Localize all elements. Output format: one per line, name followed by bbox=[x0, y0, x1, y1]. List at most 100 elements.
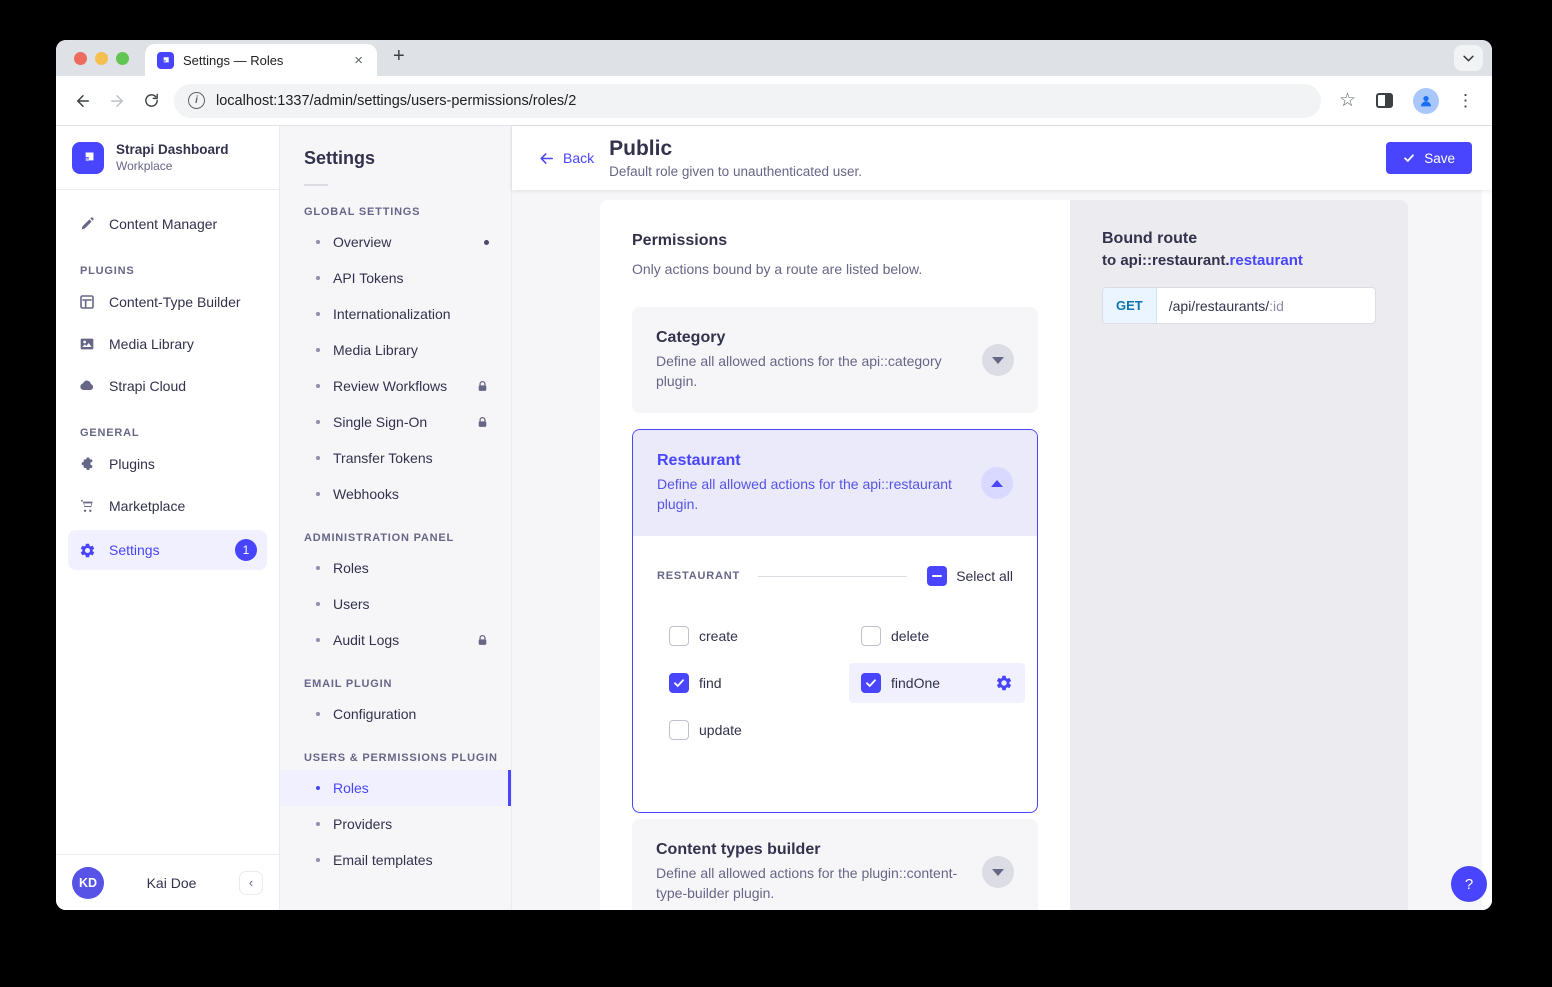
subnav-item-label: Internationalization bbox=[333, 306, 451, 322]
page-header: Back Public Default role given to unauth… bbox=[512, 126, 1492, 190]
expand-accordion-button[interactable] bbox=[982, 856, 1014, 888]
subnav-item-overview[interactable]: Overview bbox=[280, 224, 511, 260]
bullet-dot bbox=[316, 492, 320, 496]
accordion-title: Content types builder bbox=[656, 841, 972, 859]
accordion-category[interactable]: Category Define all allowed actions for … bbox=[632, 307, 1038, 413]
check-icon bbox=[865, 677, 877, 689]
reload-icon[interactable] bbox=[134, 84, 168, 118]
subnav-item-review-workflows[interactable]: Review Workflows bbox=[280, 368, 511, 404]
new-tab-button[interactable]: + bbox=[393, 46, 405, 66]
findone-checkbox[interactable] bbox=[861, 673, 881, 693]
bullet-dot bbox=[316, 638, 320, 642]
sidebar-footer: KD Kai Doe ‹ bbox=[56, 854, 279, 910]
lock-icon bbox=[476, 416, 489, 429]
chevron-down-icon bbox=[992, 357, 1004, 364]
subnav-item-admin-users[interactable]: Users bbox=[280, 586, 511, 622]
sidebar-item-strapi-cloud[interactable]: Strapi Cloud bbox=[68, 368, 267, 404]
collapse-sidebar-icon[interactable]: ‹ bbox=[239, 871, 263, 895]
delete-checkbox[interactable] bbox=[861, 626, 881, 646]
main-column: Back Public Default role given to unauth… bbox=[512, 126, 1492, 910]
collapse-accordion-button[interactable] bbox=[981, 467, 1013, 499]
back-link[interactable]: Back bbox=[538, 150, 594, 167]
help-button[interactable]: ? bbox=[1451, 866, 1487, 902]
permission-delete[interactable]: delete bbox=[849, 616, 1025, 656]
sidebar-item-label: Content-Type Builder bbox=[109, 294, 241, 310]
sidebar-item-label: Media Library bbox=[109, 336, 194, 352]
strapi-logo-icon bbox=[72, 142, 104, 174]
scrollbar-track[interactable] bbox=[1482, 126, 1492, 910]
back-nav-icon[interactable] bbox=[66, 84, 100, 118]
permission-create[interactable]: create bbox=[657, 616, 849, 656]
subnav-item-audit-logs[interactable]: Audit Logs bbox=[280, 622, 511, 658]
tab-close-icon[interactable]: × bbox=[350, 52, 367, 69]
sidebar-section-label: GENERAL bbox=[80, 427, 279, 439]
sidebar-item-settings[interactable]: Settings 1 bbox=[68, 530, 267, 570]
workspace-brand[interactable]: Strapi Dashboard Workplace bbox=[56, 126, 279, 190]
subnav-item-up-roles[interactable]: Roles bbox=[280, 770, 511, 806]
cart-icon bbox=[78, 497, 96, 515]
subnav-item-providers[interactable]: Providers bbox=[280, 806, 511, 842]
sidebar-item-content-type-builder[interactable]: Content-Type Builder bbox=[68, 284, 267, 320]
permission-label: update bbox=[699, 722, 742, 738]
subnav-section-label: ADMINISTRATION PANEL bbox=[304, 532, 511, 544]
route-target-entity: restaurant bbox=[1230, 252, 1303, 269]
sidebar-section-label: PLUGINS bbox=[80, 265, 279, 277]
update-checkbox[interactable] bbox=[669, 720, 689, 740]
browser-profile-avatar[interactable] bbox=[1413, 88, 1439, 114]
url-bar[interactable]: i localhost:1337/admin/settings/users-pe… bbox=[174, 84, 1321, 118]
accordion-restaurant-header[interactable]: Restaurant Define all allowed actions fo… bbox=[633, 430, 1037, 536]
save-button[interactable]: Save bbox=[1386, 142, 1472, 174]
subnav-item-internationalization[interactable]: Internationalization bbox=[280, 296, 511, 332]
gear-icon bbox=[995, 674, 1013, 692]
select-all-control[interactable]: Select all bbox=[927, 566, 1013, 586]
sidebar-item-media-library[interactable]: Media Library bbox=[68, 326, 267, 362]
accordion-content-types-builder[interactable]: Content types builder Define all allowed… bbox=[632, 819, 1038, 910]
user-avatar[interactable]: KD bbox=[72, 867, 104, 899]
permission-label: findOne bbox=[891, 675, 940, 691]
sidebar-item-plugins[interactable]: Plugins bbox=[68, 446, 267, 482]
subnav-item-email-templates[interactable]: Email templates bbox=[280, 842, 511, 878]
bullet-dot bbox=[316, 312, 320, 316]
permission-find[interactable]: find bbox=[657, 663, 849, 703]
subnav-item-media-library[interactable]: Media Library bbox=[280, 332, 511, 368]
permission-findone[interactable]: findOne bbox=[849, 663, 1025, 703]
tab-search-chevron-icon[interactable] bbox=[1454, 45, 1483, 71]
close-window-button[interactable] bbox=[74, 52, 87, 65]
subnav-item-api-tokens[interactable]: API Tokens bbox=[280, 260, 511, 296]
subnav-item-label: API Tokens bbox=[333, 270, 404, 286]
zoom-window-button[interactable] bbox=[116, 52, 129, 65]
url-text[interactable]: localhost:1337/admin/settings/users-perm… bbox=[216, 93, 576, 109]
subnav-item-transfer-tokens[interactable]: Transfer Tokens bbox=[280, 440, 511, 476]
bound-route-panel: Bound route to api::restaurant.restauran… bbox=[1070, 200, 1408, 910]
puzzle-icon bbox=[78, 455, 96, 473]
minimize-window-button[interactable] bbox=[95, 52, 108, 65]
check-icon bbox=[1403, 152, 1415, 164]
subnav-item-email-configuration[interactable]: Configuration bbox=[280, 696, 511, 732]
expand-accordion-button[interactable] bbox=[982, 344, 1014, 376]
notification-dot bbox=[484, 240, 489, 245]
subnav-item-admin-roles[interactable]: Roles bbox=[280, 550, 511, 586]
sidebar-item-label: Plugins bbox=[109, 456, 155, 472]
settings-subnav: Settings GLOBAL SETTINGS Overview API To… bbox=[280, 126, 512, 910]
subnav-title: Settings bbox=[304, 148, 511, 169]
bound-route-title: Bound route bbox=[1102, 230, 1376, 248]
browser-menu-icon[interactable]: ⋮ bbox=[1457, 91, 1474, 111]
permission-settings-button[interactable] bbox=[995, 674, 1013, 692]
create-checkbox[interactable] bbox=[669, 626, 689, 646]
browser-tab[interactable]: Settings — Roles × bbox=[145, 44, 377, 76]
subnav-item-webhooks[interactable]: Webhooks bbox=[280, 476, 511, 512]
tab-title: Settings — Roles bbox=[183, 53, 341, 68]
sidebar-item-label: Settings bbox=[109, 542, 160, 558]
select-all-checkbox[interactable] bbox=[927, 566, 947, 586]
subnav-item-single-sign-on[interactable]: Single Sign-On bbox=[280, 404, 511, 440]
side-panel-icon[interactable] bbox=[1376, 93, 1393, 108]
find-checkbox[interactable] bbox=[669, 673, 689, 693]
forward-nav-icon[interactable] bbox=[100, 84, 134, 118]
bookmark-star-icon[interactable]: ☆ bbox=[1339, 89, 1356, 112]
permission-update[interactable]: update bbox=[657, 710, 849, 750]
permissions-subtitle: Only actions bound by a route are listed… bbox=[632, 261, 1038, 277]
sidebar-item-content-manager[interactable]: Content Manager bbox=[68, 206, 267, 242]
sidebar-item-marketplace[interactable]: Marketplace bbox=[68, 488, 267, 524]
subnav-item-label: Transfer Tokens bbox=[333, 450, 433, 466]
site-info-icon[interactable]: i bbox=[188, 92, 205, 109]
